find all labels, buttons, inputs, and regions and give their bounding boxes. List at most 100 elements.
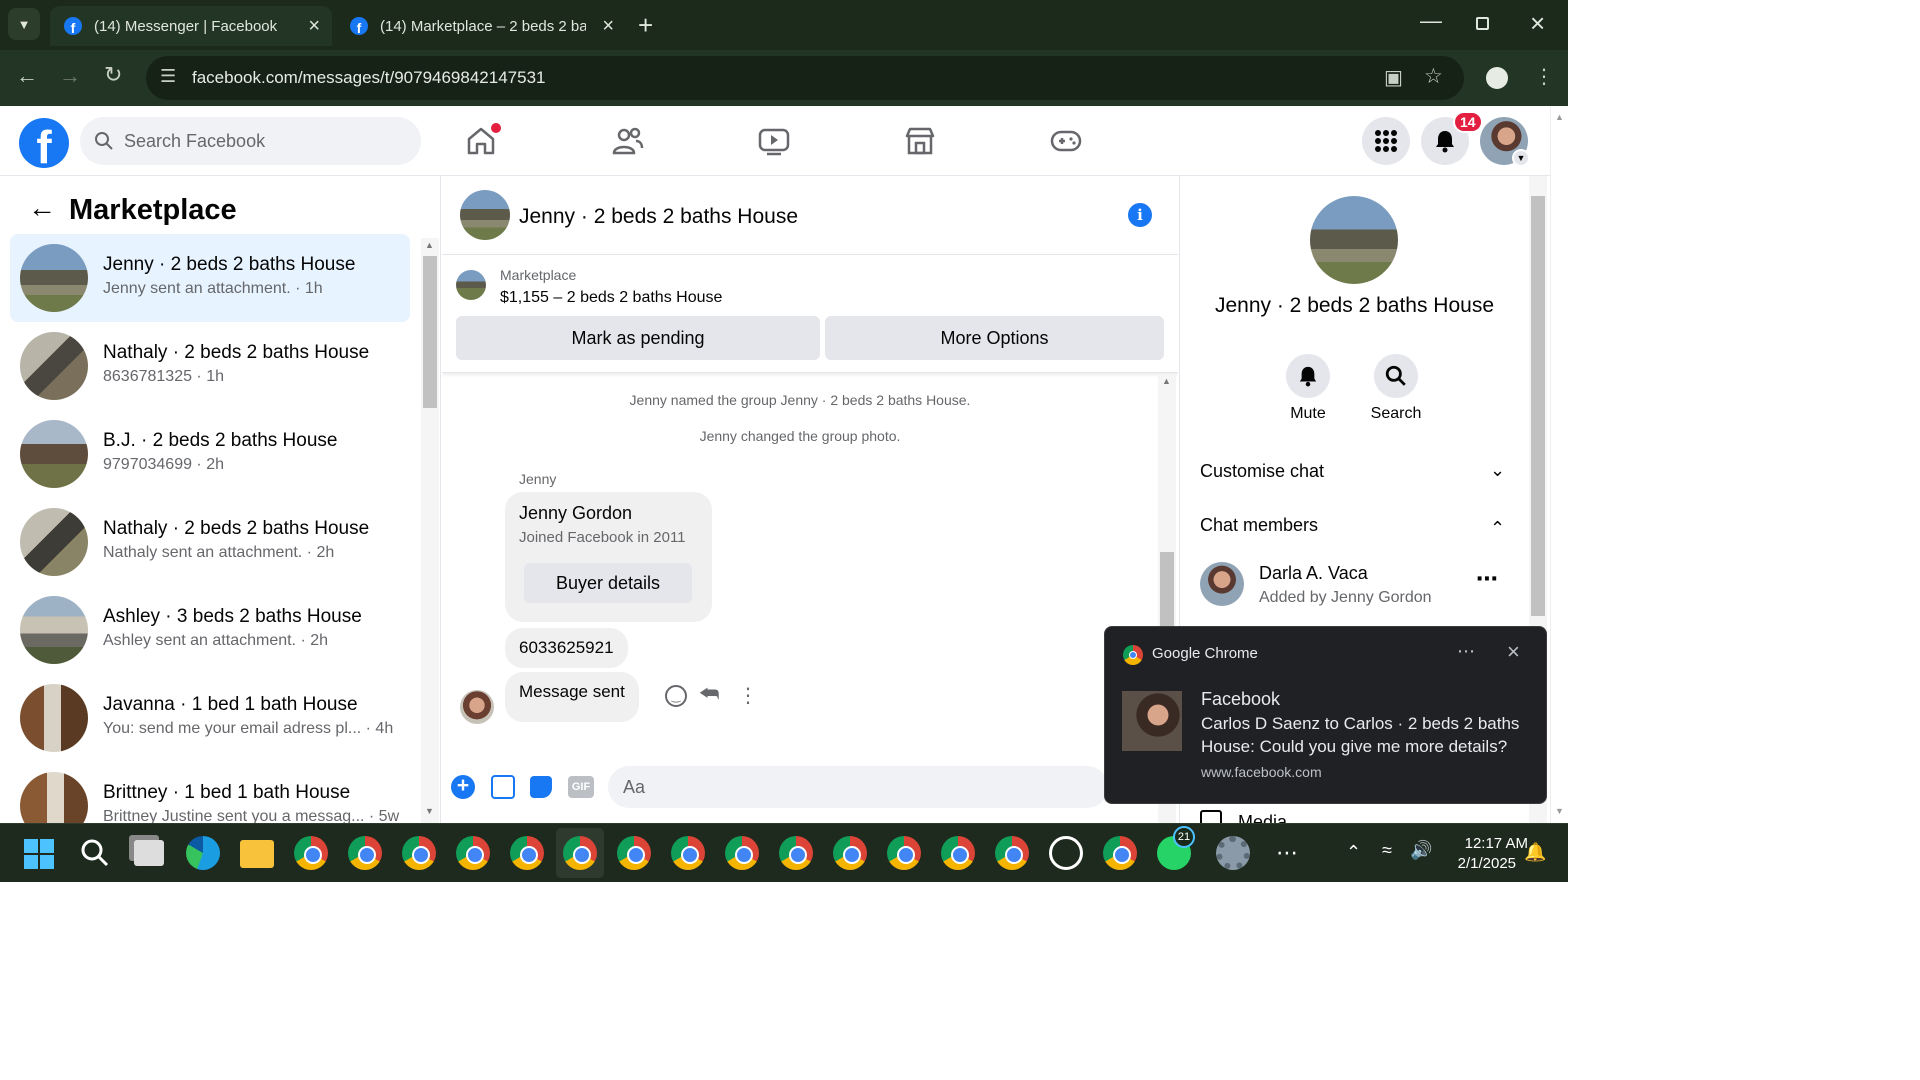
- close-tab-icon[interactable]: ×: [308, 15, 320, 38]
- notification-more-icon[interactable]: ⋯: [1457, 641, 1475, 662]
- chrome-profile-icon[interactable]: [941, 836, 975, 870]
- chrome-profile-icon[interactable]: [402, 836, 436, 870]
- close-tab-icon[interactable]: ×: [602, 15, 614, 38]
- react-icon[interactable]: ‿: [665, 685, 687, 707]
- add-icon[interactable]: +: [451, 775, 475, 799]
- chrome-profile-icon[interactable]: [671, 836, 705, 870]
- photo-icon[interactable]: [491, 775, 515, 799]
- volume-icon[interactable]: 🔊: [1410, 840, 1432, 861]
- conversation-item[interactable]: Jenny · 2 beds 2 baths House Jenny sent …: [10, 234, 410, 322]
- buyer-details-button[interactable]: Buyer details: [524, 563, 692, 603]
- customise-chat-row[interactable]: Customise chat ⌄: [1190, 452, 1520, 492]
- info-icon[interactable]: i: [1128, 203, 1152, 227]
- conversation-item[interactable]: Ashley · 3 beds 2 baths House Ashley sen…: [10, 586, 410, 674]
- scroll-down-arrow-icon[interactable]: ▼: [425, 806, 434, 816]
- scrollbar-thumb[interactable]: [423, 256, 437, 408]
- new-tab-button[interactable]: +: [638, 10, 653, 41]
- install-app-icon[interactable]: ▣: [1384, 65, 1403, 90]
- nav-gaming[interactable]: [1050, 128, 1082, 159]
- chrome-profile-icon[interactable]: [833, 836, 867, 870]
- forward-icon[interactable]: →: [59, 63, 81, 89]
- windows-start-icon[interactable]: [24, 839, 54, 869]
- facebook-logo[interactable]: f: [19, 118, 69, 168]
- notification-close-icon[interactable]: ×: [1507, 639, 1520, 665]
- file-explorer-icon[interactable]: [240, 840, 274, 868]
- search-chat-button[interactable]: [1374, 354, 1418, 398]
- chat-members-row[interactable]: Chat members ⌃: [1190, 506, 1520, 546]
- chrome-profile-icon[interactable]: [779, 836, 813, 870]
- message-input[interactable]: Aa: [608, 766, 1108, 808]
- notification-bell-icon[interactable]: 🔔: [1524, 842, 1546, 863]
- chrome-profile-icon[interactable]: [294, 836, 328, 870]
- back-icon[interactable]: ←: [16, 63, 38, 89]
- conversation-item[interactable]: Brittney · 1 bed 1 bath House Brittney J…: [10, 762, 410, 823]
- edge-icon[interactable]: [186, 836, 220, 870]
- nav-marketplace[interactable]: [904, 126, 936, 161]
- message-bubble[interactable]: Message sent: [505, 672, 639, 722]
- conversation-item[interactable]: Javanna · 1 bed 1 bath House You: send m…: [10, 674, 410, 762]
- listing-text[interactable]: $1,155 – 2 beds 2 baths House: [500, 289, 722, 307]
- chat-title[interactable]: Jenny · 2 beds 2 baths House: [519, 205, 798, 229]
- account-avatar[interactable]: ▼: [1480, 117, 1530, 167]
- chrome-profile-icon[interactable]: [563, 836, 597, 870]
- mute-button[interactable]: [1286, 354, 1330, 398]
- restore-button[interactable]: [1476, 17, 1489, 30]
- chrome-profile-icon[interactable]: [348, 836, 382, 870]
- nav-home[interactable]: [466, 123, 501, 161]
- reply-icon[interactable]: ⮪: [699, 681, 719, 707]
- listing-thumbnail[interactable]: [456, 270, 486, 300]
- close-window-button[interactable]: ×: [1530, 8, 1545, 39]
- tab-marketplace[interactable]: f (14) Marketplace – 2 beds 2 bat ×: [336, 6, 626, 46]
- address-bar[interactable]: ☰ facebook.com/messages/t/90794698421475…: [146, 56, 1464, 100]
- scroll-up-arrow-icon[interactable]: ▲: [1555, 112, 1564, 122]
- scroll-down-arrow-icon[interactable]: ▼: [1555, 806, 1564, 816]
- tab-search-button[interactable]: ▼: [8, 8, 40, 40]
- overflow-icon[interactable]: ⋯: [1276, 840, 1298, 866]
- conversation-item[interactable]: Nathaly · 2 beds 2 baths House Nathaly s…: [10, 498, 410, 586]
- chrome-profile-icon[interactable]: [456, 836, 490, 870]
- system-tray-chevron-icon[interactable]: ⌃: [1346, 842, 1361, 863]
- media-row[interactable]: Media: [1200, 810, 1500, 823]
- scroll-up-arrow-icon[interactable]: ▲: [425, 240, 434, 250]
- message-bubble[interactable]: 6033625921: [505, 628, 628, 668]
- clock-time[interactable]: 12:17 AM: [1440, 835, 1528, 852]
- search-input[interactable]: Search Facebook: [80, 117, 421, 165]
- chrome-profile-icon[interactable]: [617, 836, 651, 870]
- minimize-button[interactable]: —: [1420, 8, 1442, 34]
- group-photo[interactable]: [1310, 196, 1398, 284]
- task-view-icon[interactable]: [134, 840, 164, 866]
- nav-friends[interactable]: [612, 126, 644, 161]
- more-options-button[interactable]: More Options: [825, 316, 1164, 360]
- chrome-profile-icon[interactable]: [1103, 836, 1137, 870]
- chrome-notification[interactable]: Google Chrome ⋯ × Facebook Carlos D Saen…: [1104, 626, 1547, 804]
- chrome-profile-icon[interactable]: [887, 836, 921, 870]
- notifications-button[interactable]: 14: [1421, 111, 1483, 165]
- sticker-icon[interactable]: [530, 776, 552, 798]
- conversation-item[interactable]: Nathaly · 2 beds 2 baths House 863678132…: [10, 322, 410, 410]
- more-actions-icon[interactable]: ⋮: [738, 683, 758, 708]
- member-options-icon[interactable]: ⋯: [1476, 566, 1498, 592]
- gif-icon[interactable]: GIF: [568, 776, 594, 798]
- conversation-item[interactable]: B.J. · 2 beds 2 baths House 9797034699 ·…: [10, 410, 410, 498]
- whatsapp-icon[interactable]: 21: [1157, 826, 1195, 870]
- clock-date[interactable]: 2/1/2025: [1440, 855, 1516, 872]
- wifi-icon[interactable]: ≈: [1382, 840, 1392, 861]
- chatgpt-icon[interactable]: [1049, 836, 1083, 870]
- scrollbar-thumb[interactable]: [1531, 196, 1545, 616]
- chat-avatar[interactable]: [460, 190, 510, 240]
- settings-gear-icon[interactable]: [1216, 836, 1250, 870]
- list-scrollbar[interactable]: ▲ ▼: [421, 238, 439, 823]
- member-row[interactable]: Darla A. Vaca Added by Jenny Gordon ⋯: [1190, 558, 1520, 610]
- chrome-profile-icon[interactable]: [725, 836, 759, 870]
- taskbar-search-icon[interactable]: [80, 838, 114, 872]
- profile-icon[interactable]: [1486, 67, 1508, 89]
- sender-avatar[interactable]: [460, 690, 494, 724]
- mark-pending-button[interactable]: Mark as pending: [456, 316, 820, 360]
- chrome-profile-icon[interactable]: [995, 836, 1029, 870]
- tab-messenger[interactable]: f (14) Messenger | Facebook ×: [50, 6, 332, 46]
- page-scrollbar[interactable]: ▲ ▼: [1550, 106, 1568, 823]
- scroll-up-arrow-icon[interactable]: ▲: [1162, 376, 1171, 386]
- reload-icon[interactable]: ↻: [104, 62, 122, 88]
- menu-button[interactable]: [1362, 117, 1410, 165]
- chrome-profile-icon[interactable]: [510, 836, 544, 870]
